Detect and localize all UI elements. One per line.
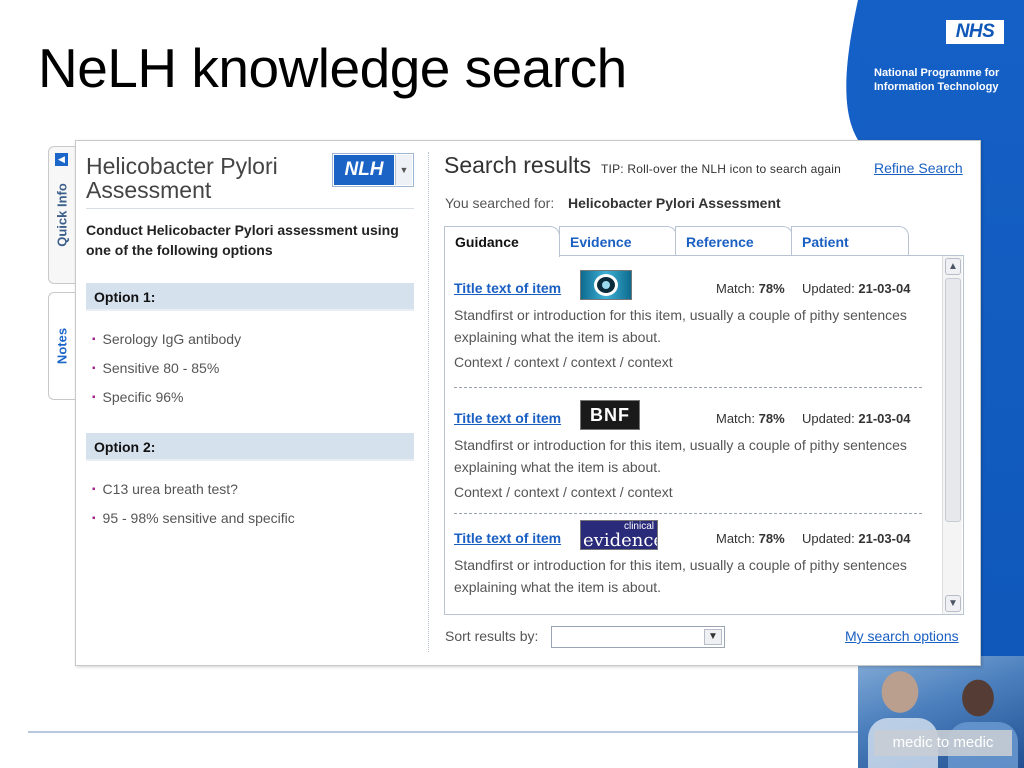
- result-standfirst: Standfirst or introduction for this item…: [454, 557, 907, 595]
- list-item: C13 urea breath test?: [92, 476, 295, 505]
- clinical-evidence-logo-icon: clinical evidence: [580, 520, 658, 550]
- result-context: Context / context / context / context: [454, 354, 673, 370]
- option-1-list: Serology IgG antibody Sensitive 80 - 85%…: [92, 326, 242, 413]
- match-score: Match: 78%: [716, 411, 785, 426]
- refine-search-link[interactable]: Refine Search: [874, 160, 963, 176]
- result-title-link[interactable]: Title text of item: [454, 410, 561, 426]
- tab-evidence[interactable]: Evidence: [559, 226, 677, 256]
- quick-info-label: Quick Info: [54, 183, 70, 247]
- results-tabs: Guidance Evidence Reference Patient: [444, 226, 964, 257]
- sort-select[interactable]: ▼: [551, 626, 725, 648]
- option-1-heading: Option 1:: [86, 283, 414, 311]
- match-score: Match: 78%: [716, 531, 785, 546]
- tab-reference[interactable]: Reference: [675, 226, 793, 256]
- updated-date: Updated: 21-03-04: [802, 531, 911, 546]
- result-separator: [454, 513, 922, 514]
- tab-patient[interactable]: Patient: [791, 226, 909, 256]
- left-divider: [86, 208, 414, 209]
- result-title-link[interactable]: Title text of item: [454, 530, 561, 546]
- searched-term: Helicobacter Pylori Assessment: [568, 195, 781, 211]
- slide-title: NeLH knowledge search: [38, 37, 627, 99]
- guidance-logo-icon: [580, 270, 632, 300]
- nlh-logo-icon[interactable]: NLH: [334, 155, 394, 185]
- panel-divider: [428, 152, 429, 652]
- result-context: Context / context / context / context: [454, 484, 673, 500]
- chevron-down-icon[interactable]: ▼: [395, 155, 412, 185]
- notes-tab[interactable]: Notes: [48, 292, 75, 400]
- list-item: Specific 96%: [92, 384, 241, 413]
- option-2-list: C13 urea breath test? 95 - 98% sensitive…: [92, 476, 295, 534]
- notes-label: Notes: [54, 327, 70, 365]
- medic-to-medic-badge: medic to medic: [874, 730, 1012, 756]
- topic-title: Helicobacter Pylori Assessment: [86, 153, 278, 203]
- sort-label: Sort results by:: [445, 628, 539, 644]
- assessment-intro: Conduct Helicobacter Pylori assessment u…: [86, 222, 399, 258]
- chevron-down-icon[interactable]: ▼: [704, 629, 722, 645]
- nlh-button[interactable]: NLH ▼: [332, 153, 414, 187]
- list-item: 95 - 98% sensitive and specific: [92, 505, 295, 534]
- result-standfirst: Standfirst or introduction for this item…: [454, 307, 907, 345]
- option-2-heading: Option 2:: [86, 433, 414, 461]
- result-standfirst: Standfirst or introduction for this item…: [454, 437, 907, 475]
- search-results-heading: Search results: [444, 152, 592, 178]
- scroll-up-icon[interactable]: ▲: [945, 258, 961, 275]
- side-tabs: ◀ Quick Info Notes: [48, 146, 75, 406]
- result-separator: [454, 387, 922, 388]
- searched-for-label: You searched for:: [445, 195, 555, 211]
- updated-date: Updated: 21-03-04: [802, 281, 911, 296]
- list-item: Serology IgG antibody: [92, 326, 242, 355]
- result-title-link[interactable]: Title text of item: [454, 280, 561, 296]
- tab-guidance[interactable]: Guidance: [444, 226, 560, 257]
- nhs-logo: NHS: [946, 20, 1004, 44]
- results-scrollbar[interactable]: ▲ ▼: [942, 256, 962, 614]
- scroll-down-icon[interactable]: ▼: [945, 595, 961, 612]
- match-score: Match: 78%: [716, 281, 785, 296]
- collapse-arrow-icon[interactable]: ◀: [55, 153, 68, 166]
- programme-label: National Programme for Information Techn…: [874, 67, 1000, 93]
- search-tip: TIP: Roll-over the NLH icon to search ag…: [601, 162, 842, 176]
- list-item: Sensitive 80 - 85%: [92, 355, 241, 384]
- my-search-options-link[interactable]: My search options: [845, 628, 959, 644]
- bnf-logo-icon: BNF: [580, 400, 640, 430]
- quick-info-tab[interactable]: ◀ Quick Info: [48, 146, 75, 284]
- footer-rule: [28, 731, 858, 733]
- scroll-thumb[interactable]: [945, 278, 961, 522]
- updated-date: Updated: 21-03-04: [802, 411, 911, 426]
